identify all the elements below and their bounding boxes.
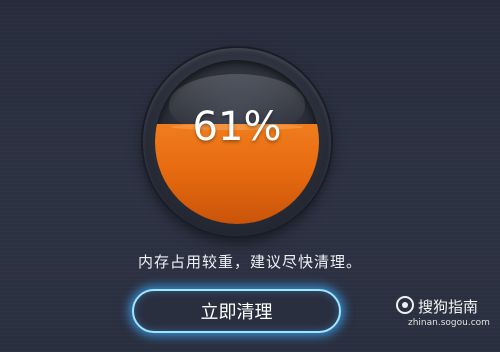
- watermark-url: zhinan.sogou.com: [408, 318, 490, 328]
- sogou-logo-icon: [396, 296, 414, 314]
- memory-usage-gauge: 61%: [143, 48, 331, 236]
- clean-now-button[interactable]: 立即清理: [132, 289, 341, 333]
- memory-percent-label: 61%: [192, 104, 282, 150]
- gauge-bowl: 61%: [155, 60, 319, 224]
- watermark-name: 搜狗指南: [418, 298, 479, 316]
- memory-warning-message: 内存占用较重，建议尽快清理。: [137, 253, 362, 271]
